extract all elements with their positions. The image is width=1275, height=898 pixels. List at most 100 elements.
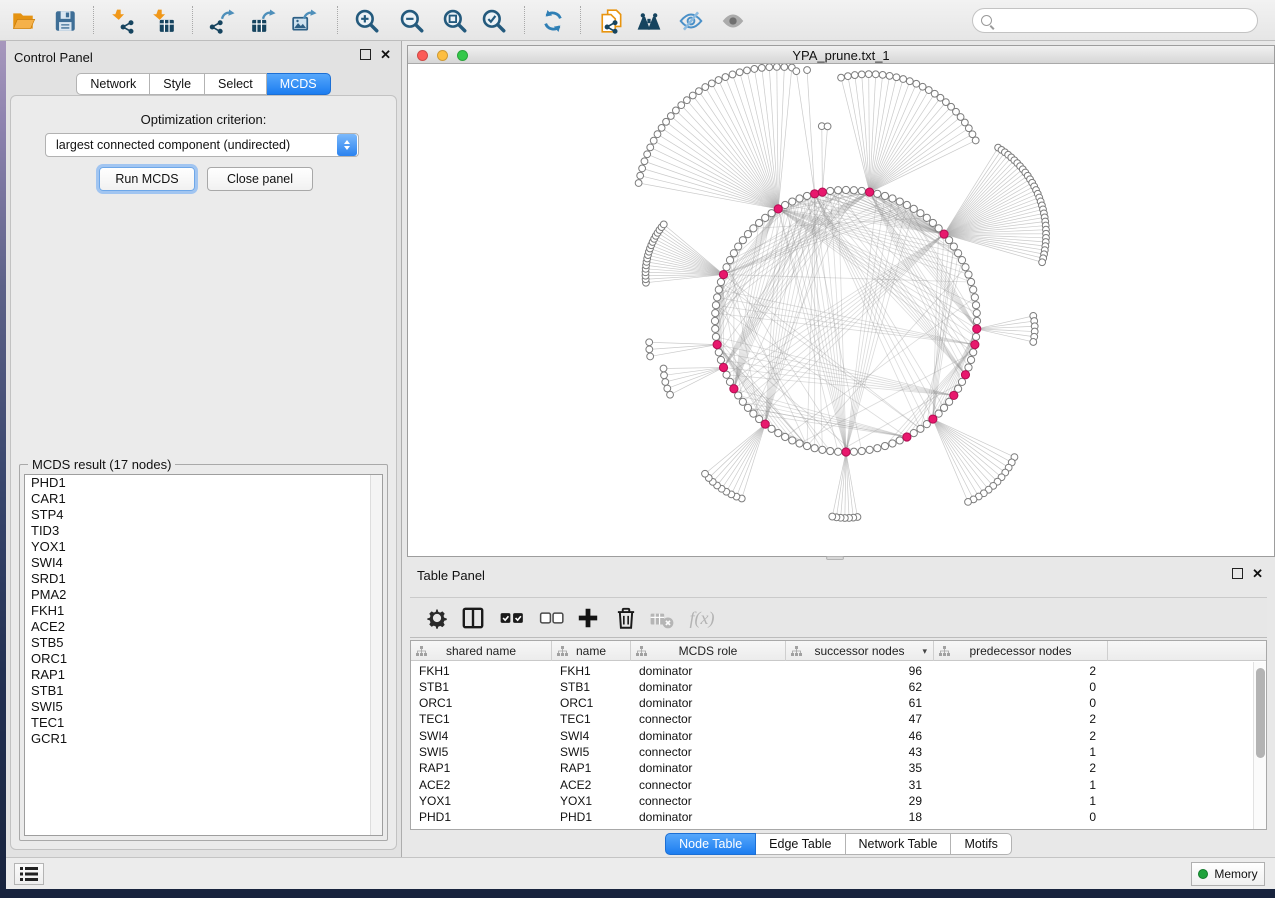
refresh-icon[interactable] [536, 4, 570, 38]
cell-shared-name[interactable]: STB1 [411, 678, 552, 694]
cell-name[interactable]: ACE2 [552, 776, 631, 792]
mcds-result-item[interactable]: ORC1 [25, 651, 382, 667]
cell-shared-name[interactable]: RAP1 [411, 760, 552, 776]
column-header-MCDS-role[interactable]: MCDS role [631, 641, 786, 661]
table-tab-motifs[interactable]: Motifs [951, 833, 1011, 855]
cell-shared-name[interactable]: YOX1 [411, 792, 552, 808]
cell-MCDS-role[interactable]: dominator [631, 678, 786, 694]
table-row-SWI4[interactable]: SWI4SWI4dominator462 [411, 727, 1252, 743]
mcds-result-item[interactable]: SRD1 [25, 571, 382, 587]
cell-name[interactable]: YOX1 [552, 792, 631, 808]
tab-mcds[interactable]: MCDS [267, 73, 331, 95]
cell-MCDS-role[interactable]: connector [631, 776, 786, 792]
search-box[interactable] [972, 8, 1258, 33]
close-panel-button[interactable]: Close panel [207, 167, 313, 191]
binoculars-icon[interactable] [632, 4, 666, 38]
cell-successor-nodes[interactable]: 31 [786, 776, 934, 792]
cell-MCDS-role[interactable]: connector [631, 792, 786, 808]
cell-name[interactable]: SWI5 [552, 744, 631, 760]
cell-successor-nodes[interactable]: 18 [786, 809, 934, 825]
cell-MCDS-role[interactable]: dominator [631, 760, 786, 776]
cell-predecessor-nodes[interactable]: 2 [934, 727, 1108, 743]
mcds-result-item[interactable]: TEC1 [25, 715, 382, 731]
cell-successor-nodes[interactable]: 61 [786, 695, 934, 711]
mcds-result-item[interactable]: GCR1 [25, 731, 382, 747]
tab-style[interactable]: Style [150, 73, 205, 95]
cell-name[interactable]: SWI4 [552, 727, 631, 743]
table-row-RAP1[interactable]: RAP1RAP1dominator352 [411, 760, 1252, 776]
table-tab-node-table[interactable]: Node Table [665, 833, 756, 855]
cell-successor-nodes[interactable]: 43 [786, 744, 934, 760]
cell-shared-name[interactable]: PHD1 [411, 809, 552, 825]
mcds-result-item[interactable]: PHD1 [25, 475, 382, 491]
cell-name[interactable]: ORC1 [552, 695, 631, 711]
mcds-result-item[interactable]: FKH1 [25, 603, 382, 619]
cell-successor-nodes[interactable]: 29 [786, 792, 934, 808]
column-header-name[interactable]: name [552, 641, 631, 661]
network-canvas[interactable] [408, 64, 1274, 556]
cell-MCDS-role[interactable]: dominator [631, 695, 786, 711]
column-header-predecessor-nodes[interactable]: predecessor nodes [934, 641, 1108, 661]
import-network-icon[interactable] [105, 4, 139, 38]
cell-MCDS-role[interactable]: connector [631, 744, 786, 760]
table-row-ACE2[interactable]: ACE2ACE2connector311 [411, 776, 1252, 792]
cell-predecessor-nodes[interactable]: 1 [934, 792, 1108, 808]
zoom-out-icon[interactable] [395, 4, 429, 38]
table-row-PHD1[interactable]: PHD1PHD1dominator180 [411, 809, 1252, 825]
cell-predecessor-nodes[interactable]: 2 [934, 711, 1108, 727]
memory-button[interactable]: Memory [1191, 862, 1265, 886]
cell-name[interactable]: STB1 [552, 678, 631, 694]
cell-successor-nodes[interactable]: 35 [786, 760, 934, 776]
zoom-in-icon[interactable] [350, 4, 384, 38]
column-header-shared-name[interactable]: shared name [411, 641, 552, 661]
cell-predecessor-nodes[interactable]: 1 [934, 744, 1108, 760]
cell-predecessor-nodes[interactable]: 2 [934, 662, 1108, 678]
cell-successor-nodes[interactable]: 47 [786, 711, 934, 727]
mcds-result-item[interactable]: STP4 [25, 507, 382, 523]
mcds-result-item[interactable]: SWI5 [25, 699, 382, 715]
cell-predecessor-nodes[interactable]: 0 [934, 678, 1108, 694]
cell-predecessor-nodes[interactable]: 0 [934, 695, 1108, 711]
mcds-result-item[interactable]: SWI4 [25, 555, 382, 571]
cell-predecessor-nodes[interactable]: 1 [934, 776, 1108, 792]
export-image-icon[interactable] [287, 4, 321, 38]
cell-successor-nodes[interactable]: 62 [786, 678, 934, 694]
mcds-result-item[interactable]: STB1 [25, 683, 382, 699]
float-table-panel-icon[interactable] [1232, 568, 1243, 579]
mcds-result-item[interactable]: STB5 [25, 635, 382, 651]
cell-shared-name[interactable]: ACE2 [411, 776, 552, 792]
search-input[interactable] [998, 14, 1238, 28]
cell-MCDS-role[interactable]: connector [631, 711, 786, 727]
export-network-icon[interactable] [205, 4, 239, 38]
run-mcds-button[interactable]: Run MCDS [99, 167, 195, 191]
tab-select[interactable]: Select [205, 73, 267, 95]
mcds-result-item[interactable]: RAP1 [25, 667, 382, 683]
show-details-icon[interactable] [716, 4, 750, 38]
cell-MCDS-role[interactable]: dominator [631, 662, 786, 678]
delete-columns-icon[interactable] [609, 601, 643, 635]
table-row-FKH1[interactable]: FKH1FKH1dominator962 [411, 662, 1252, 678]
hide-details-icon[interactable] [674, 4, 708, 38]
close-panel-icon[interactable]: ✕ [380, 49, 391, 60]
cell-successor-nodes[interactable]: 46 [786, 727, 934, 743]
cell-MCDS-role[interactable]: dominator [631, 809, 786, 825]
float-panel-icon[interactable] [360, 49, 371, 60]
select-all-columns-icon[interactable] [495, 601, 529, 635]
table-scrollbar[interactable] [1253, 662, 1266, 829]
cell-shared-name[interactable]: SWI4 [411, 727, 552, 743]
cell-name[interactable]: TEC1 [552, 711, 631, 727]
cell-predecessor-nodes[interactable]: 2 [934, 760, 1108, 776]
save-session-icon[interactable] [48, 4, 82, 38]
column-header-successor-nodes[interactable]: successor nodes▾ [786, 641, 934, 661]
show-columns-icon[interactable] [456, 601, 490, 635]
criterion-select[interactable]: largest connected component (undirected) [45, 133, 359, 157]
cell-shared-name[interactable]: TEC1 [411, 711, 552, 727]
cell-name[interactable]: FKH1 [552, 662, 631, 678]
zoom-fit-icon[interactable] [438, 4, 472, 38]
unselect-all-columns-icon[interactable] [535, 601, 569, 635]
mcds-list-scrollbar[interactable] [370, 475, 382, 835]
close-table-panel-icon[interactable]: ✕ [1252, 568, 1263, 579]
cell-predecessor-nodes[interactable]: 0 [934, 809, 1108, 825]
table-options-gear-icon[interactable] [420, 601, 454, 635]
mcds-result-item[interactable]: ACE2 [25, 619, 382, 635]
